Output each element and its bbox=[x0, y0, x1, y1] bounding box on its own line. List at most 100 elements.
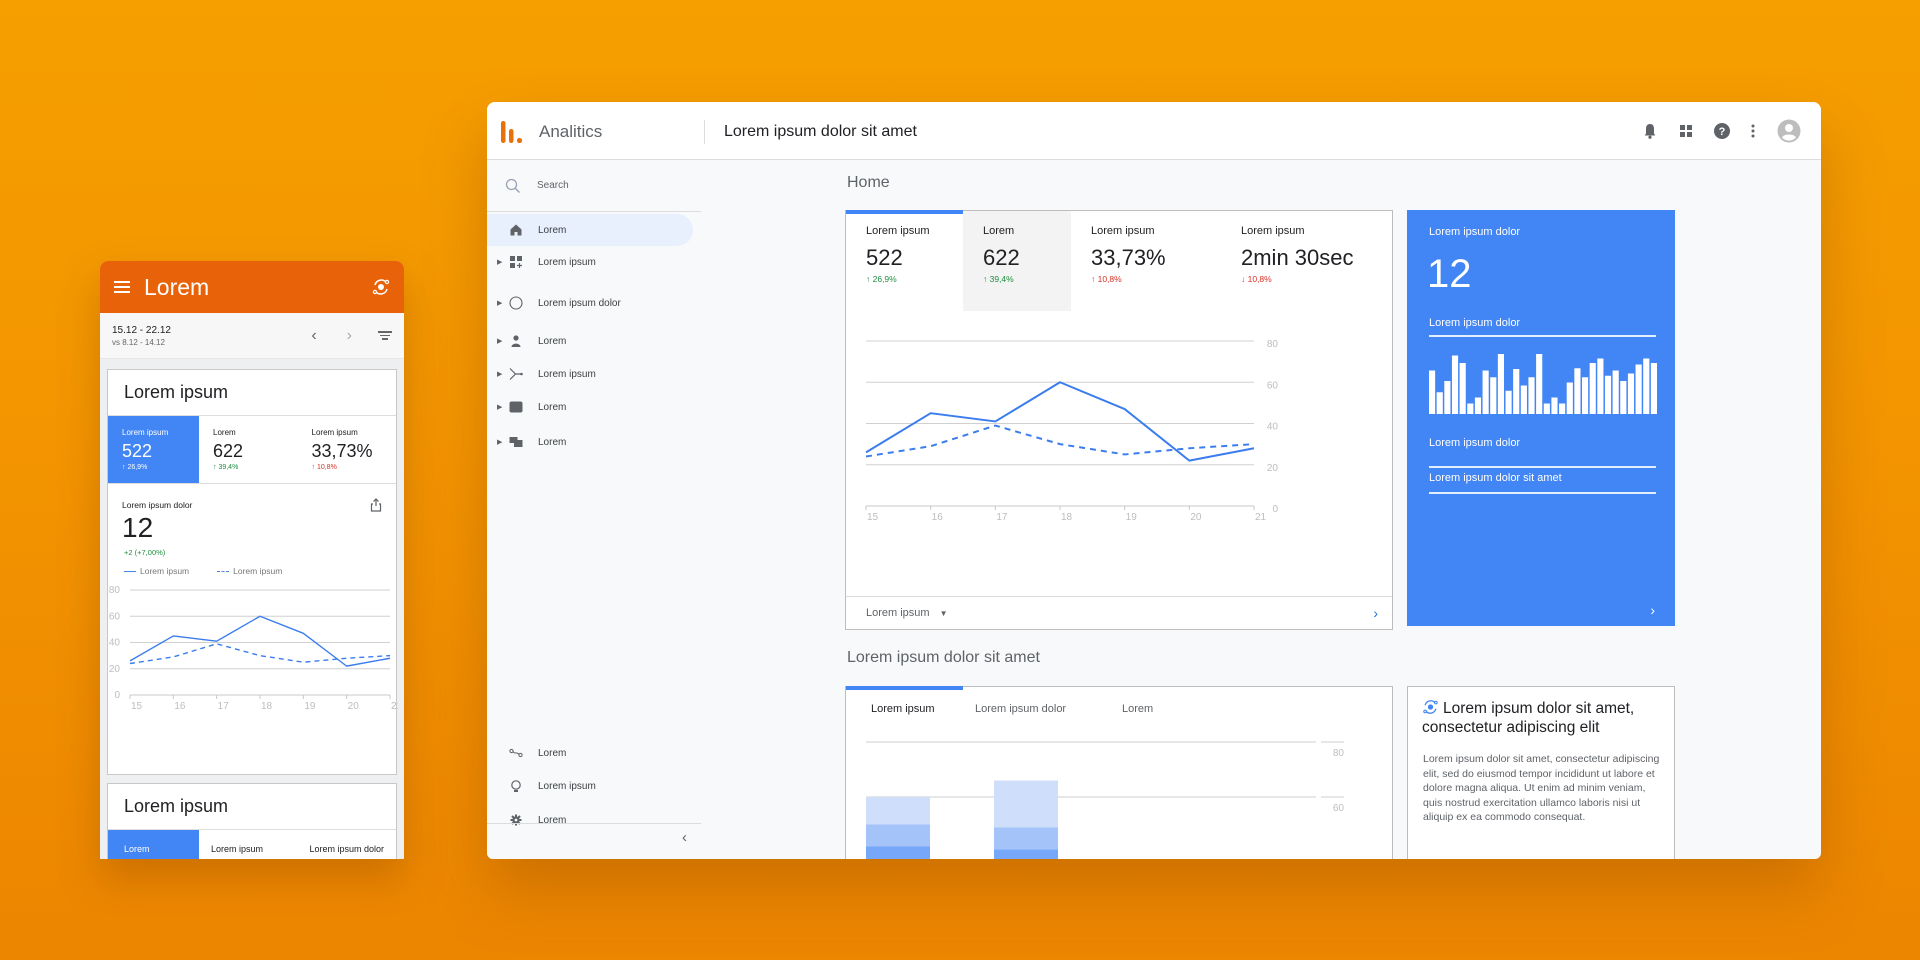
legend-label: Lorem ipsum bbox=[233, 566, 283, 576]
stat-value: 622 bbox=[213, 441, 244, 461]
y-tick-label: 60 bbox=[1267, 380, 1279, 391]
stacked-bar-segment bbox=[994, 849, 1058, 859]
stat-tab[interactable]: Lorem ipsum 33,73% ↑ 10,8% bbox=[298, 416, 397, 483]
filter-icon[interactable] bbox=[378, 331, 392, 340]
stacked-bar-segment bbox=[994, 827, 1058, 850]
kpi-tab[interactable]: Lorem ipsum 2min 30sec ↓ 10,8% bbox=[1221, 211, 1391, 311]
y-tick-label: 80 bbox=[1267, 339, 1279, 350]
realtime-value: 12 bbox=[1427, 252, 1472, 296]
expand-caret-icon[interactable]: ▶ bbox=[497, 370, 502, 378]
tab[interactable]: Lorem ipsum bbox=[871, 703, 935, 715]
kpi-tab[interactable]: Lorem ipsum 33,73% ↑ 10,8% bbox=[1071, 211, 1221, 311]
realtime-card: Lorem ipsum dolor 12 Lorem ipsum dolor L… bbox=[1407, 210, 1675, 626]
y-tick-label: 20 bbox=[1267, 463, 1279, 474]
previous-period-button[interactable]: ‹ bbox=[311, 327, 316, 345]
expand-caret-icon[interactable]: ▶ bbox=[497, 299, 502, 307]
search-bar[interactable]: Search bbox=[487, 160, 701, 212]
home-icon bbox=[510, 224, 522, 236]
mobile-second-card: Lorem ipsum Lorem Lorem ipsum Lorem ipsu… bbox=[107, 783, 397, 859]
stat-tab[interactable]: Lorem ipsum 522 ↑ 26,9% bbox=[108, 416, 199, 483]
series-line-previous bbox=[129, 643, 391, 665]
date-range-bar: 15.12 - 22.12 vs 8.12 - 14.12 ‹ › bbox=[100, 313, 404, 359]
series-line-previous bbox=[865, 424, 1255, 458]
folders-icon bbox=[509, 437, 523, 447]
x-tick-label: 21 bbox=[391, 701, 398, 712]
tab[interactable]: Lorem bbox=[1122, 703, 1153, 715]
spark-bar bbox=[1467, 403, 1474, 414]
bell-icon[interactable] bbox=[1641, 122, 1659, 140]
kpi-tab[interactable]: Lorem ipsum 522 ↑ 26,9% bbox=[846, 211, 963, 311]
top-app-bar: Analitics Lorem ipsum dolor sit amet ? bbox=[487, 102, 1821, 160]
sidebar-item-attribution[interactable]: Lorem bbox=[487, 737, 701, 769]
sidebar-item-label: Lorem ipsum bbox=[538, 368, 596, 380]
insights-icon[interactable] bbox=[372, 278, 390, 296]
analytics-logo-icon[interactable] bbox=[500, 120, 524, 144]
stat-label: Lorem ipsum bbox=[311, 428, 358, 437]
x-tick-label: 18 bbox=[1061, 512, 1073, 523]
stat-delta: ↑ 26,9% bbox=[122, 464, 148, 471]
dropdown-arrow-icon[interactable]: ▼ bbox=[940, 609, 948, 618]
expand-caret-icon[interactable]: ▶ bbox=[497, 438, 502, 446]
spark-bar bbox=[1451, 355, 1459, 414]
spark-bar bbox=[1505, 390, 1512, 414]
share-icon[interactable] bbox=[370, 498, 382, 512]
tab[interactable]: Lorem ipsum dolor bbox=[298, 830, 397, 859]
divider bbox=[1429, 466, 1656, 468]
sidebar-item-behavior[interactable]: ▶ Lorem bbox=[487, 391, 701, 423]
expand-caret-icon[interactable]: ▶ bbox=[497, 337, 502, 345]
x-tick-label: 17 bbox=[996, 512, 1008, 523]
card-title: Lorem ipsum bbox=[108, 370, 396, 416]
stat-tab[interactable]: Lorem 622 ↑ 39,4% bbox=[199, 416, 298, 483]
y-tick-label: 40 bbox=[109, 638, 121, 649]
tab[interactable]: Lorem ipsum bbox=[199, 830, 298, 859]
help-icon[interactable]: ? bbox=[1713, 122, 1731, 140]
expand-caret-icon[interactable]: ▶ bbox=[497, 258, 502, 266]
tab[interactable]: Lorem ipsum dolor bbox=[975, 703, 1066, 715]
sidebar-item-conversions[interactable]: ▶ Lorem bbox=[487, 426, 701, 458]
sidebar-item-admin[interactable]: Lorem bbox=[487, 804, 701, 836]
spark-bar bbox=[1620, 381, 1627, 414]
mobile-app-title: Lorem bbox=[144, 273, 210, 300]
hamburger-menu-icon[interactable] bbox=[114, 281, 130, 293]
sidebar-item-explore[interactable]: ▶ Lorem ipsum dolor bbox=[487, 287, 701, 319]
stacked-bar-segment bbox=[866, 824, 930, 847]
realtime-label: Lorem ipsum dolor bbox=[1429, 226, 1521, 238]
view-report-chevron-icon[interactable]: › bbox=[1373, 605, 1378, 621]
sidebar-item-acquisition[interactable]: ▶ Lorem ipsum bbox=[487, 358, 701, 390]
y-tick-label: 80 bbox=[109, 585, 121, 596]
spark-bar bbox=[1627, 373, 1635, 414]
collapse-sidebar-button[interactable]: ‹ bbox=[682, 829, 687, 846]
spark-bar bbox=[1604, 375, 1612, 414]
spark-bar bbox=[1459, 363, 1466, 414]
insight-card: Lorem ipsum dolor sit amet, consectetur … bbox=[1407, 686, 1675, 859]
tab[interactable]: Lorem bbox=[108, 830, 199, 859]
overview-card: Lorem ipsum 522 ↑ 26,9% Lorem 622 ↑ 39,4… bbox=[845, 210, 1393, 630]
apps-grid-icon[interactable] bbox=[1677, 122, 1695, 140]
mobile-stat-tabs: Lorem ipsum 522 ↑ 26,9% Lorem 622 ↑ 39,4… bbox=[108, 416, 396, 484]
realtime-chevron-icon[interactable]: › bbox=[1650, 602, 1655, 618]
kpi-delta: ↑ 26,9% bbox=[866, 274, 897, 284]
sidebar-item-discover[interactable]: Lorem ipsum bbox=[487, 770, 701, 802]
account-avatar-icon[interactable] bbox=[1777, 119, 1801, 143]
search-input[interactable]: Search bbox=[537, 180, 569, 191]
metric-select[interactable]: Lorem ipsum bbox=[866, 607, 930, 619]
x-tick-label: 19 bbox=[1126, 512, 1138, 523]
realtime-sub-label: Lorem ipsum dolor bbox=[1429, 317, 1521, 329]
sidebar-item-audience[interactable]: ▶ Lorem bbox=[487, 325, 701, 357]
metric-label: Lorem ipsum dolor bbox=[122, 500, 193, 510]
spark-bar bbox=[1482, 370, 1489, 414]
spark-bar bbox=[1643, 358, 1650, 414]
sidebar-item-label: Lorem bbox=[538, 224, 567, 236]
sidebar-item-label: Lorem ipsum bbox=[538, 256, 596, 268]
kpi-tab[interactable]: Lorem 622 ↑ 39,4% bbox=[963, 211, 1071, 311]
card-title: Lorem ipsum bbox=[108, 784, 396, 830]
expand-caret-icon[interactable]: ▶ bbox=[497, 403, 502, 411]
sidebar-item-home[interactable]: Lorem bbox=[487, 214, 693, 246]
date-range[interactable]: 15.12 - 22.12 bbox=[112, 325, 281, 336]
kpi-value: 33,73% bbox=[1091, 245, 1166, 270]
kpi-label: Lorem ipsum bbox=[1091, 225, 1155, 237]
sidebar-item-reports[interactable]: ▶ Lorem ipsum bbox=[487, 246, 701, 278]
more-vert-icon[interactable] bbox=[1744, 122, 1762, 140]
next-period-button[interactable]: › bbox=[347, 327, 352, 345]
card-footer: Lorem ipsum ▼ › bbox=[846, 596, 1392, 629]
